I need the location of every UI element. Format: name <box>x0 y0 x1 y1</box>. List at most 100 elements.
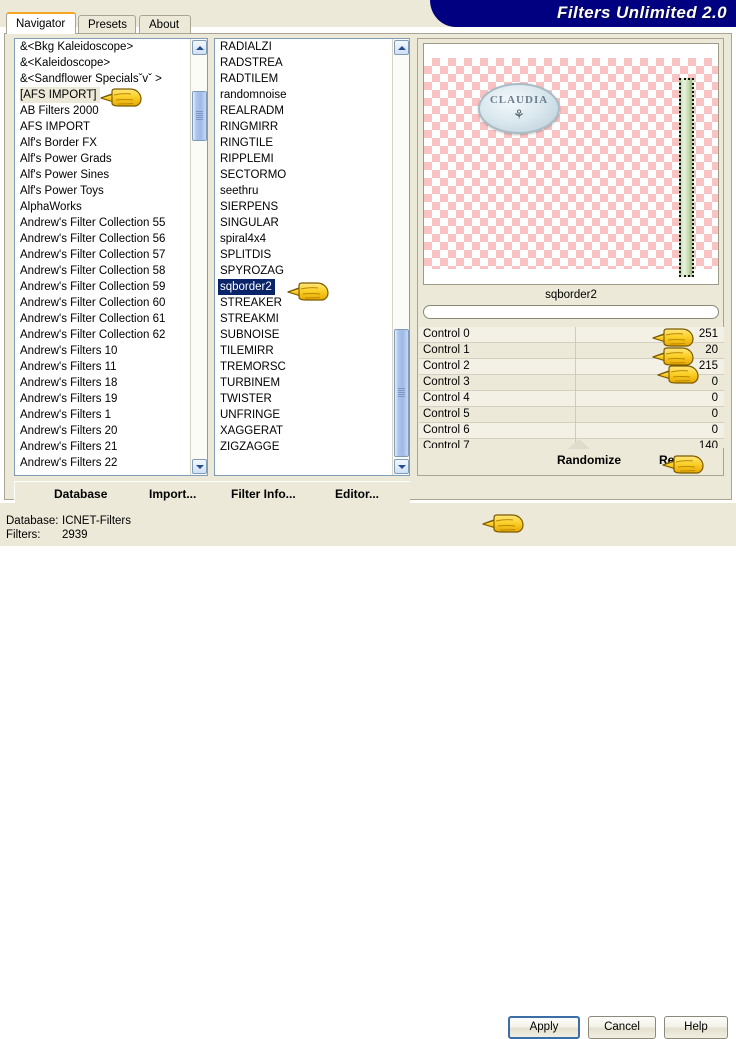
filter-list-item[interactable]: RADTILEM <box>215 71 392 87</box>
control-label: Control 1 <box>423 344 470 356</box>
filter-list-item[interactable]: SUBNOISE <box>215 327 392 343</box>
filter-list-item[interactable]: SECTORMO <box>215 167 392 183</box>
filter-list-item[interactable]: ZIGZAGGE <box>215 439 392 455</box>
control-row[interactable]: Control 6 0 <box>419 423 724 439</box>
filter-list-item[interactable]: sqborder2 <box>218 279 275 295</box>
filter-list-item[interactable]: SIERPENS <box>215 199 392 215</box>
category-list-item[interactable]: AlphaWorks <box>15 199 190 215</box>
category-list-item[interactable]: Andrew's Filters 11 <box>15 359 190 375</box>
control-row[interactable]: Control 4 0 <box>419 391 724 407</box>
category-list-item[interactable]: &<Kaleidoscope> <box>15 55 190 71</box>
category-list-item[interactable]: Andrew's Filters 19 <box>15 391 190 407</box>
scroll-up-icon[interactable] <box>192 40 207 55</box>
filter-list-item[interactable]: TREMORSC <box>215 359 392 375</box>
category-list-item[interactable]: Alf's Border FX <box>15 135 190 151</box>
filter-list-item[interactable]: spiral4x4 <box>215 231 392 247</box>
category-list-item[interactable]: Andrew's Filter Collection 62 <box>15 327 190 343</box>
filter-list-item[interactable]: STREAKER <box>215 295 392 311</box>
category-list-item[interactable]: Andrew's Filter Collection 61 <box>15 311 190 327</box>
category-list-item[interactable]: Andrew's Filter Collection 55 <box>15 215 190 231</box>
category-list-item[interactable]: Andrew's Filter Collection 58 <box>15 263 190 279</box>
filter-list-item[interactable]: TILEMIRR <box>215 343 392 359</box>
filter-list-item-wrapper: sqborder2 <box>215 279 392 295</box>
tab-about[interactable]: About <box>139 15 191 33</box>
filter-info-menu-button[interactable]: Filter Info... <box>231 487 296 501</box>
control-row[interactable]: Control 3 0 <box>419 375 724 391</box>
scrollbar-thumb[interactable] <box>192 91 207 141</box>
category-list-item[interactable]: Andrew's Filter Collection 59 <box>15 279 190 295</box>
import-menu-button[interactable]: Import... <box>149 487 196 501</box>
control-row[interactable]: Control 2 215 <box>419 359 724 375</box>
filter-list-item[interactable]: RIPPLEMI <box>215 151 392 167</box>
filter-list-item[interactable]: REALRADM <box>215 103 392 119</box>
filter-list-scrollbar[interactable] <box>392 39 409 475</box>
category-list-item[interactable]: Andrew's Filter Collection 60 <box>15 295 190 311</box>
control-label: Control 3 <box>423 376 470 388</box>
database-menu-button[interactable]: Database <box>54 487 107 501</box>
filter-list-item[interactable]: XAGGERAT <box>215 423 392 439</box>
filter-name-list-items: RADIALZI RADSTREA RADTILEM randomnoise REALR… <box>215 39 392 475</box>
scroll-down-icon[interactable] <box>394 459 409 474</box>
category-list-item[interactable]: &<Bkg Kaleidoscope> <box>15 39 190 55</box>
filter-list-item[interactable]: SPYROZAG <box>215 263 392 279</box>
category-list-item[interactable]: Andrew's Filters 21 <box>15 439 190 455</box>
filter-category-list[interactable]: &<Bkg Kaleidoscope> &<Kaleidoscope> &<Sand… <box>14 38 208 476</box>
preview-frame[interactable] <box>423 43 719 285</box>
control-row[interactable]: Control 1 20 <box>419 343 724 359</box>
filter-list-item[interactable]: STREAKMI <box>215 311 392 327</box>
apply-button[interactable]: Apply <box>508 1016 580 1039</box>
tab-navigator[interactable]: Navigator <box>6 12 76 34</box>
scrollbar-thumb[interactable] <box>394 329 409 457</box>
control-value: 0 <box>711 408 718 420</box>
status-bar: Database: ICNET-Filters Filters: 2939 Ap… <box>0 503 736 1039</box>
controls-list: Control 0 251 Control 1 20 Control 2 215 Contr… <box>419 327 724 448</box>
filters-count-label: Filters: <box>6 529 41 541</box>
category-list-item-wrapper: [AFS IMPORT] <box>15 87 190 103</box>
scroll-up-icon[interactable] <box>394 40 409 55</box>
preview-image[interactable] <box>424 58 718 277</box>
database-label: Database: <box>6 515 59 527</box>
filter-list-item[interactable]: seethru <box>215 183 392 199</box>
control-row[interactable]: Control 5 0 <box>419 407 724 423</box>
help-button[interactable]: Help <box>664 1016 728 1039</box>
filter-list-item[interactable]: randomnoise <box>215 87 392 103</box>
control-label: Control 0 <box>423 328 470 340</box>
tab-strip: Navigator Presets About <box>0 12 736 34</box>
filter-list-item[interactable]: TWISTER <box>215 391 392 407</box>
control-label: Control 6 <box>423 424 470 436</box>
randomize-button[interactable]: Randomize <box>557 453 621 467</box>
filter-list-item[interactable]: UNFRINGE <box>215 407 392 423</box>
control-value: 20 <box>705 344 718 356</box>
filter-list-item[interactable]: SPLITDIS <box>215 247 392 263</box>
filter-list-item[interactable]: RADIALZI <box>215 39 392 55</box>
category-list-item[interactable]: AFS IMPORT <box>15 119 190 135</box>
filter-list-item[interactable]: RINGTILE <box>215 135 392 151</box>
category-list-item[interactable]: Alf's Power Toys <box>15 183 190 199</box>
filter-list-item[interactable]: TURBINEM <box>215 375 392 391</box>
filter-list-item[interactable]: SINGULAR <box>215 215 392 231</box>
category-list-scrollbar[interactable] <box>190 39 207 475</box>
category-list-item[interactable]: Andrew's Filters 10 <box>15 343 190 359</box>
cancel-button[interactable]: Cancel <box>588 1016 656 1039</box>
category-list-item[interactable]: Andrew's Filters 22 <box>15 455 190 471</box>
scroll-down-icon[interactable] <box>192 459 207 474</box>
category-list-item[interactable]: Alf's Power Grads <box>15 151 190 167</box>
filter-list-item[interactable]: RINGMIRR <box>215 119 392 135</box>
claudia-watermark: CLAUDIA ⚘ <box>478 83 560 134</box>
category-list-item[interactable]: AB Filters 2000 <box>15 103 190 119</box>
category-list-item[interactable]: &<Sandflower Specialsˇvˇ > <box>15 71 190 87</box>
editor-menu-button[interactable]: Editor... <box>335 487 379 501</box>
category-list-item[interactable]: [AFS IMPORT] <box>20 87 101 103</box>
category-list-item[interactable]: Andrew's Filters 18 <box>15 375 190 391</box>
reset-button[interactable]: Reset <box>659 453 692 467</box>
tab-presets[interactable]: Presets <box>78 15 136 33</box>
category-list-item[interactable]: Alf's Power Sines <box>15 167 190 183</box>
category-list-item[interactable]: Andrew's Filter Collection 57 <box>15 247 190 263</box>
filter-name-list[interactable]: RADIALZI RADSTREA RADTILEM randomnoise REALR… <box>214 38 410 476</box>
filter-list-item[interactable]: RADSTREA <box>215 55 392 71</box>
category-list-item[interactable]: Andrew's Filters 1 <box>15 407 190 423</box>
controls-slider-marker[interactable] <box>568 439 590 449</box>
category-list-item[interactable]: Andrew's Filter Collection 56 <box>15 231 190 247</box>
category-list-item[interactable]: Andrew's Filters 20 <box>15 423 190 439</box>
control-row[interactable]: Control 0 251 <box>419 327 724 343</box>
